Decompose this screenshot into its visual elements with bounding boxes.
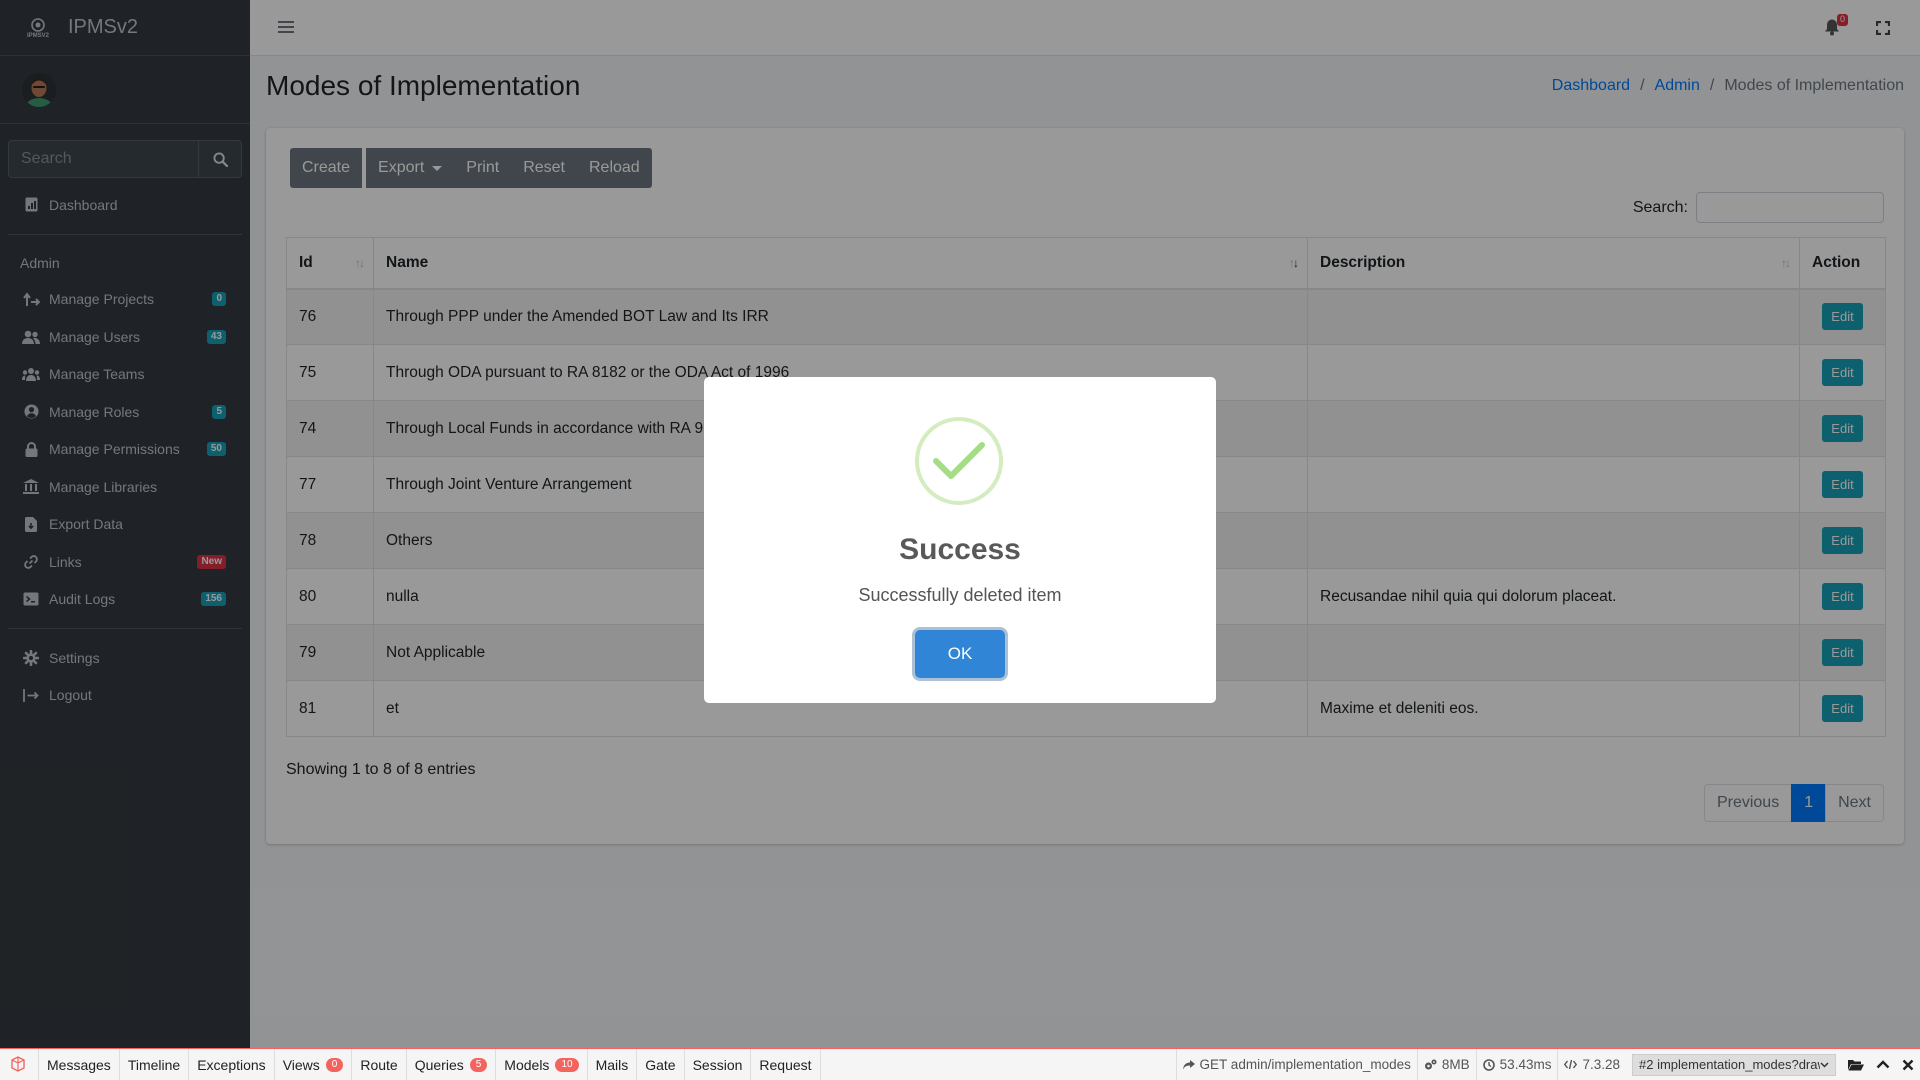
code-icon [1564, 1059, 1578, 1070]
debug-tab-label: Timeline [127, 1056, 181, 1073]
close-icon [1902, 1059, 1914, 1070]
debug-open-button[interactable] [1842, 1049, 1870, 1080]
ok-button[interactable]: OK [915, 630, 1005, 678]
debug-memory-text: 8MB [1441, 1057, 1470, 1072]
debug-count-badge: 10 [555, 1057, 579, 1072]
dialog-message: Successfully deleted item [858, 585, 1062, 605]
debug-tab-label: Route [360, 1056, 398, 1073]
debugbar-tab-timeline[interactable]: Timeline [120, 1048, 190, 1080]
debugbar-tab-mails[interactable]: Mails [588, 1048, 638, 1080]
debug-tab-label: Request [759, 1056, 812, 1073]
debugbar-tab-session[interactable]: Session [685, 1048, 752, 1080]
debug-count-badge: 5 [469, 1057, 488, 1072]
debug-php-text: 7.3.28 [1582, 1057, 1620, 1072]
debug-tab-label: Gate [645, 1056, 676, 1073]
debug-request-text: GET admin/implementation_modes [1199, 1057, 1411, 1072]
debug-tab-label: Messages [47, 1056, 111, 1073]
debug-tab-label: Mails [595, 1056, 629, 1073]
debug-tab-label: Session [692, 1056, 743, 1073]
share-icon [1182, 1060, 1195, 1070]
debug-minimize-button[interactable] [1870, 1049, 1896, 1080]
debugbar-tab-exceptions[interactable]: Exceptions [189, 1048, 275, 1080]
debug-tab-label: Exceptions [197, 1056, 266, 1073]
debug-count-badge: 0 [325, 1057, 344, 1072]
modal-backdrop[interactable]: Success Successfully deleted item OK [0, 0, 1920, 1048]
debug-dataset-select[interactable]: #2 implementation_modes?draw [1632, 1053, 1836, 1076]
debug-tab-label: Queries [414, 1056, 464, 1073]
debug-time-text: 53.43ms [1499, 1057, 1552, 1072]
debugbar-tab-request[interactable]: Request [751, 1048, 821, 1080]
debugbar-tab-messages[interactable]: Messages [39, 1048, 120, 1080]
debug-tab-label: Models [504, 1056, 550, 1073]
debugbar-tab-views[interactable]: Views 0 [275, 1048, 353, 1080]
success-dialog: Success Successfully deleted item OK [704, 377, 1216, 703]
folder-open-icon [1848, 1059, 1864, 1070]
debug-dataset-text: #2 implementation_modes?draw [1639, 1057, 1820, 1072]
chevron-up-icon [1876, 1060, 1890, 1069]
debug-php-version: 7.3.28 [1557, 1048, 1626, 1080]
debug-tab-label: Views [282, 1056, 320, 1073]
cogs-icon [1424, 1059, 1437, 1069]
debugbar-tab-route[interactable]: Route [352, 1048, 407, 1080]
debug-memory: 8MB [1416, 1048, 1476, 1080]
success-check-icon [915, 417, 1003, 505]
clock-icon [1482, 1058, 1495, 1071]
dialog-title: Success [899, 533, 1021, 566]
debugbar-status: GET admin/implementation_modes 8MB 53.43… [1175, 1048, 1920, 1080]
debug-request[interactable]: GET admin/implementation_modes [1175, 1048, 1417, 1080]
debug-time: 53.43ms [1475, 1048, 1558, 1080]
debugbar-tab-gate[interactable]: Gate [637, 1048, 685, 1080]
chevron-down-icon [1820, 1061, 1829, 1068]
debugbar: Messages Timeline Exceptions Views 0 Rout… [0, 1048, 1920, 1080]
debugbar-tab-queries[interactable]: Queries 5 [407, 1048, 497, 1080]
debugbar-logo-icon[interactable] [0, 1048, 39, 1080]
debug-close-button[interactable] [1896, 1049, 1920, 1080]
debugbar-tab-models[interactable]: Models 10 [496, 1048, 588, 1080]
